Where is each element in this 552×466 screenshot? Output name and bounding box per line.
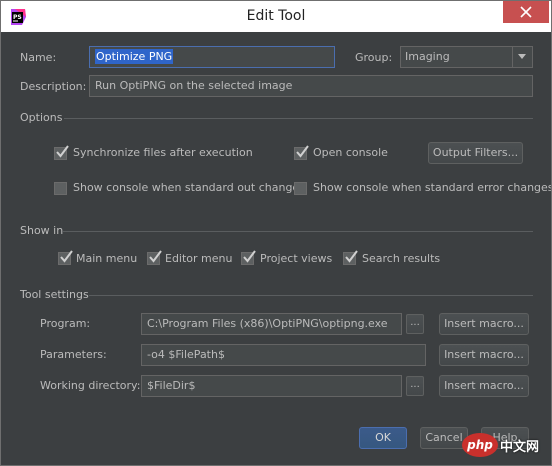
parameters-label: Parameters: (40, 348, 107, 361)
sync-files-checkbox[interactable] (54, 145, 69, 160)
name-label: Name: (20, 51, 57, 64)
editor-menu-checkbox[interactable] (147, 250, 162, 265)
checkmark-icon (60, 250, 73, 263)
checkmark-icon (243, 250, 256, 263)
main-menu-checkbox[interactable] (58, 250, 73, 265)
tool-settings-separator (89, 295, 533, 296)
show-console-stdout-label: Show console when standard out changes (73, 181, 305, 194)
search-results-checkbox[interactable] (343, 250, 358, 265)
group-select-value: Imaging (405, 50, 450, 63)
show-in-section-label: Show in (20, 224, 64, 237)
working-directory-insert-macro-button[interactable]: Insert macro... (439, 375, 529, 397)
program-insert-macro-button[interactable]: Insert macro... (439, 313, 529, 335)
title-bar: PS Edit Tool (1, 1, 551, 32)
dialog-content: Name: Optimize PNG Group: Imaging Descri… (1, 32, 551, 465)
working-directory-browse-button[interactable]: ... (406, 376, 424, 396)
tool-settings-section-label: Tool settings (20, 288, 89, 301)
group-select[interactable]: Imaging (400, 46, 533, 68)
project-views-checkbox[interactable] (241, 250, 256, 265)
php-cn-watermark: php 中文网 (462, 433, 548, 461)
window-title: Edit Tool (246, 8, 306, 24)
parameters-input[interactable]: -o4 $FilePath$ (141, 344, 426, 366)
show-console-stderr-checkbox[interactable] (294, 182, 307, 195)
chevron-down-icon (518, 54, 526, 59)
close-button[interactable] (503, 1, 549, 23)
php-logo: php (462, 433, 498, 457)
working-directory-label: Working directory: (40, 379, 141, 392)
working-directory-input[interactable]: $FileDir$ (141, 375, 402, 397)
group-label: Group: (355, 51, 393, 64)
close-icon (520, 6, 532, 18)
editor-menu-label: Editor menu (165, 252, 233, 265)
sync-files-label: Synchronize files after execution (73, 146, 253, 159)
ok-button[interactable]: OK (359, 427, 407, 449)
options-separator (64, 118, 533, 119)
show-in-separator (63, 231, 533, 232)
project-views-label: Project views (260, 252, 333, 265)
show-console-stderr-label: Show console when standard error changes (313, 181, 552, 194)
parameters-insert-macro-button[interactable]: Insert macro... (439, 344, 529, 366)
program-input[interactable]: C:\Program Files (x86)\OptiPNG\optipng.e… (141, 313, 402, 335)
checkmark-icon (149, 250, 162, 263)
show-console-stdout-checkbox[interactable] (54, 182, 67, 195)
checkmark-icon (296, 145, 309, 158)
checkmark-icon (56, 145, 69, 158)
output-filters-button[interactable]: Output Filters... (428, 142, 523, 164)
program-browse-button[interactable]: ... (406, 314, 424, 334)
name-input-value: Optimize PNG (95, 49, 174, 64)
group-dropdown-button[interactable] (512, 47, 532, 67)
name-input[interactable]: Optimize PNG (89, 46, 335, 68)
search-results-label: Search results (362, 252, 441, 265)
program-label: Program: (40, 317, 91, 330)
description-label: Description: (20, 80, 87, 93)
watermark-text: 中文网 (500, 440, 540, 455)
edit-tool-dialog: PS Edit Tool Name: Optimize PNG Group: I… (0, 0, 552, 466)
open-console-checkbox[interactable] (294, 145, 309, 160)
description-input[interactable]: Run OptiPNG on the selected image (89, 75, 533, 97)
checkmark-icon (345, 250, 358, 263)
cancel-button[interactable]: Cancel (420, 427, 468, 449)
options-section-label: Options (20, 111, 63, 124)
open-console-label: Open console (313, 146, 388, 159)
main-menu-label: Main menu (76, 252, 138, 265)
